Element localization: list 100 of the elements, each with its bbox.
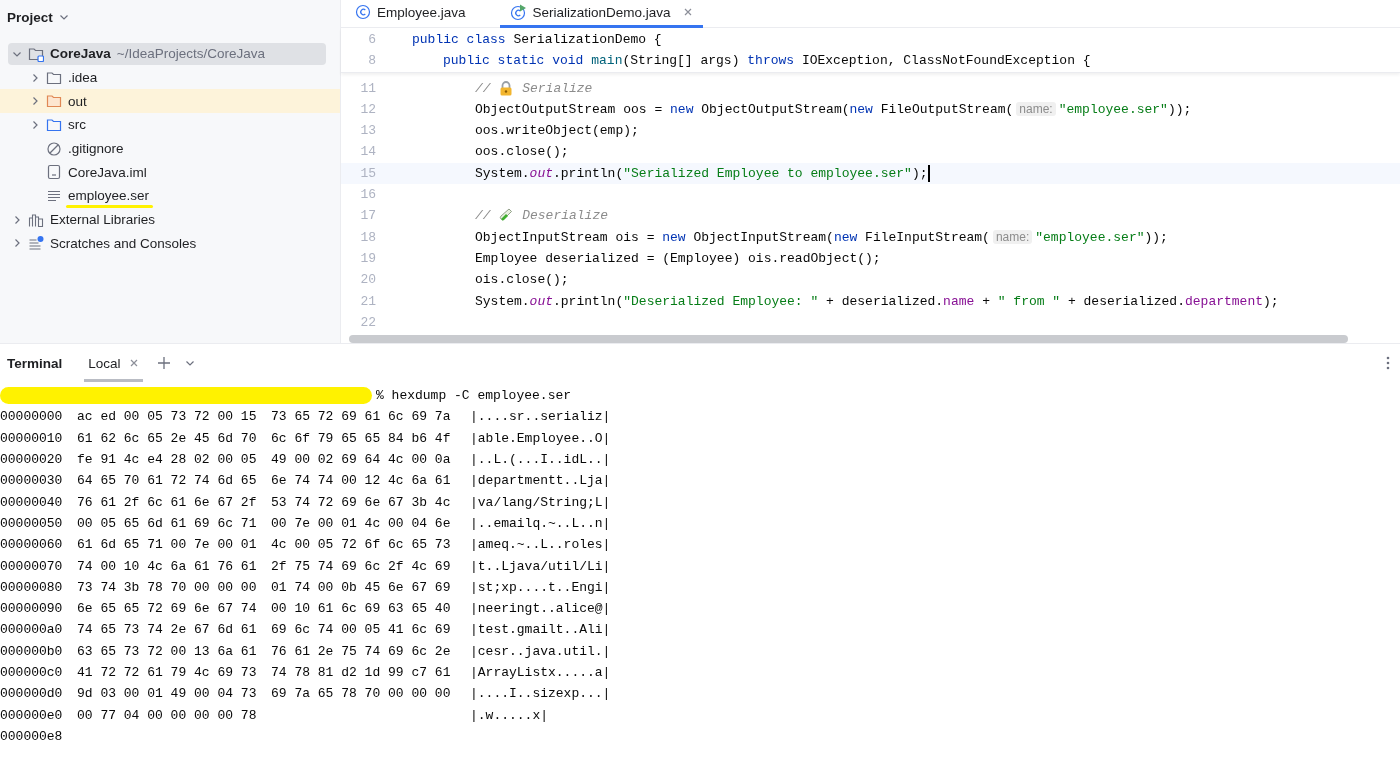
hex-bytes: 01 74 00 0b 45 6e 67 69 bbox=[271, 579, 451, 595]
hex-bytes: 69 6c 74 00 05 41 6c 69 bbox=[271, 622, 451, 638]
code-line: System.out.println("Serialized Employee to employee.ser"); bbox=[475, 165, 928, 181]
hex-offset: 00000060 bbox=[0, 537, 63, 553]
hex-bytes: 6c 6f 79 65 65 84 b6 4f bbox=[271, 430, 451, 446]
hex-bytes: 76 61 2f 6c 61 6e 67 2f bbox=[77, 494, 257, 510]
chevron-right-icon[interactable] bbox=[12, 238, 22, 249]
hex-bytes: fe 91 4c e4 28 02 00 05 bbox=[77, 452, 257, 468]
hex-offset: 00000070 bbox=[0, 558, 63, 574]
ascii-text: |departmentt..Lja| bbox=[470, 473, 611, 489]
editor-tab[interactable]: SerializationDemo.java bbox=[499, 0, 703, 28]
hex-bytes: 00 05 65 6d 61 69 6c 71 bbox=[77, 515, 257, 531]
hex-bytes: ac ed 00 05 73 72 00 15 bbox=[77, 409, 257, 425]
plus-icon[interactable] bbox=[156, 356, 171, 370]
runnable-class-icon bbox=[509, 3, 527, 21]
tree-item[interactable]: .gitignore bbox=[68, 141, 124, 157]
hex-bytes: 41 72 72 61 79 4c 69 73 bbox=[77, 665, 257, 680]
code-text: "employee.ser")); bbox=[1058, 101, 1192, 117]
hex-offset: 00000030 bbox=[0, 473, 63, 489]
hex-offset: 000000c0 bbox=[0, 665, 63, 680]
line-number: 6 bbox=[367, 32, 377, 47]
hex-bytes: 2f 75 74 69 6c 2f 4c 69 bbox=[271, 558, 451, 574]
tree-item[interactable]: External Libraries bbox=[50, 212, 156, 228]
tree-item[interactable]: .idea bbox=[68, 70, 98, 86]
line-number: 17 bbox=[359, 208, 377, 224]
folder-icon bbox=[46, 69, 62, 86]
hex-offset: 00000040 bbox=[0, 494, 63, 510]
chevron-right-icon[interactable] bbox=[12, 214, 22, 225]
library-icon bbox=[28, 211, 44, 228]
hex-bytes: 00 10 61 6c 69 63 65 40 bbox=[271, 601, 451, 617]
tree-item[interactable]: CoreJava.iml bbox=[68, 164, 147, 180]
chevron-right-icon[interactable] bbox=[30, 119, 40, 130]
parameter-hint: name: bbox=[1016, 102, 1056, 117]
chevron-right-icon[interactable] bbox=[30, 96, 40, 107]
hex-bytes: 73 74 3b 78 70 00 00 00 bbox=[77, 579, 257, 595]
hex-offset: 000000b0 bbox=[0, 643, 63, 659]
code-line: oos.writeObject(emp); bbox=[475, 123, 639, 139]
code-text: Deserialize bbox=[521, 208, 609, 224]
panel-title: Terminal bbox=[7, 355, 63, 371]
hex-offset: 000000e8 bbox=[0, 728, 63, 744]
ascii-text: |.w.....x| bbox=[470, 707, 548, 723]
hex-bytes: 9d 03 00 01 49 00 04 73 bbox=[77, 686, 257, 702]
hex-bytes: 73 65 72 69 61 6c 69 7a bbox=[271, 409, 451, 425]
tree-item[interactable]: CoreJava bbox=[50, 46, 111, 62]
hex-bytes: 4c 00 05 72 6f 6c 65 73 bbox=[271, 537, 451, 553]
hex-offset: 00000020 bbox=[0, 452, 63, 468]
hex-offset: 000000a0 bbox=[0, 622, 63, 638]
ascii-text: |neeringt..alice@| bbox=[470, 601, 611, 617]
line-number: 16 bbox=[359, 187, 377, 203]
hex-bytes: 74 00 10 4c 6a 61 76 61 bbox=[77, 558, 257, 574]
code-line: public class SerializationDemo { bbox=[412, 32, 662, 47]
line-number: 8 bbox=[367, 53, 377, 69]
hex-offset: 00000000 bbox=[0, 409, 63, 425]
parameter-hint: name: bbox=[992, 230, 1033, 245]
more-icon[interactable] bbox=[1386, 356, 1390, 370]
ascii-text: |..emailq.~..L..n| bbox=[470, 515, 611, 531]
ascii-text: |t..Ljava/util/Li| bbox=[470, 558, 611, 574]
chevron-down-icon[interactable] bbox=[58, 12, 69, 22]
hex-bytes: 76 61 2e 75 74 69 6c 2e bbox=[271, 643, 451, 659]
hex-offset: 00000080 bbox=[0, 579, 63, 595]
tree-item[interactable]: out bbox=[68, 93, 87, 109]
chevron-down-icon[interactable] bbox=[184, 358, 195, 368]
chevron-right-icon[interactable] bbox=[30, 72, 40, 83]
hex-bytes: 74 65 73 74 2e 67 6d 61 bbox=[77, 622, 257, 638]
hex-bytes: 00 7e 00 01 4c 00 04 6e bbox=[271, 515, 451, 531]
hex-bytes: 74 78 81 d2 1d 99 c7 61 bbox=[271, 665, 451, 680]
ascii-text: |ameq.~..L..roles| bbox=[470, 537, 611, 553]
terminal-tab[interactable]: Local bbox=[84, 344, 143, 382]
editor-tab[interactable]: Employee.java bbox=[353, 0, 476, 28]
text-caret bbox=[927, 164, 930, 182]
hex-offset: 00000090 bbox=[0, 601, 63, 617]
panel-title[interactable]: Project bbox=[7, 9, 53, 25]
hex-bytes: 6e 74 74 00 12 4c 6a 61 bbox=[271, 473, 451, 489]
hex-bytes: 64 65 70 61 72 74 6d 65 bbox=[77, 473, 257, 489]
line-number: 22 bbox=[359, 314, 377, 330]
line-number: 19 bbox=[359, 250, 377, 266]
project-path: ~/IdeaProjects/CoreJava bbox=[116, 46, 265, 62]
ascii-text: |test.gmailt..Ali| bbox=[470, 622, 611, 638]
hex-offset: 00000050 bbox=[0, 515, 63, 531]
horizontal-scrollbar[interactable] bbox=[349, 335, 1348, 343]
code-text: ObjectOutputStream oos = new ObjectOutputStream(new FileOutputStream( bbox=[475, 101, 1014, 117]
hex-offset: 000000d0 bbox=[0, 686, 63, 702]
tree-item[interactable]: Scratches and Consoles bbox=[50, 235, 197, 251]
line-number: 20 bbox=[359, 272, 377, 288]
code-text: ObjectInputStream ois = new ObjectInputStream(new FileInputStream( bbox=[475, 229, 990, 245]
tree-item[interactable]: src bbox=[68, 117, 86, 133]
class-icon bbox=[355, 4, 371, 21]
code-line: ois.close(); bbox=[475, 272, 569, 288]
line-number: 21 bbox=[359, 293, 377, 309]
code-line: public static void main(String[] args) throws IOException, ClassNotFoundException { bbox=[443, 53, 1091, 69]
close-icon[interactable] bbox=[128, 358, 139, 368]
ignore-file-icon bbox=[46, 140, 62, 157]
close-icon[interactable] bbox=[682, 7, 693, 18]
code-line: System.out.println("Deserialized Employee: " + deserialized.name + " from " + deserialized.department); bbox=[475, 293, 1279, 309]
code-text: "employee.ser")); bbox=[1035, 229, 1168, 245]
module-folder-icon bbox=[28, 45, 44, 62]
file-icon bbox=[46, 164, 62, 181]
ascii-text: |..L.(...I..idL..| bbox=[470, 452, 611, 468]
lock-icon bbox=[499, 80, 514, 96]
tree-item[interactable]: employee.ser bbox=[68, 188, 150, 204]
